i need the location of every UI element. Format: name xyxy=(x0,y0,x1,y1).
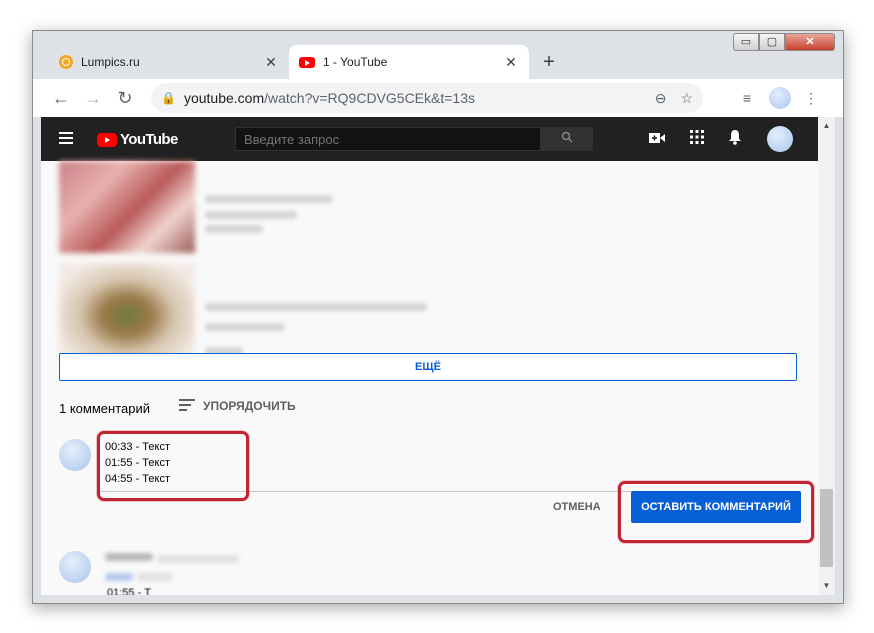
bell-icon[interactable] xyxy=(725,129,745,149)
star-icon[interactable]: ☆ xyxy=(680,90,693,107)
url-text[interactable]: youtube.com/watch?v=RQ9CDVG5CEk&t=13s xyxy=(184,90,641,106)
sort-button[interactable]: УПОРЯДОЧИТЬ xyxy=(179,399,296,413)
highlight-frame xyxy=(97,431,249,501)
logo-text: YouTube xyxy=(120,131,178,148)
browser-window: Lumpics.ru ✕ 1 - YouTube ✕ + ▭ ▢ ✕ ← → ↻… xyxy=(32,30,844,604)
sort-icon xyxy=(179,399,195,413)
close-window-button[interactable]: ✕ xyxy=(785,33,835,51)
tab-title: 1 - YouTube xyxy=(323,55,388,69)
new-tab-button[interactable]: + xyxy=(535,49,563,77)
scrollbar-thumb[interactable] xyxy=(820,489,833,567)
scroll-down-icon[interactable]: ▼ xyxy=(818,581,835,590)
avatar[interactable] xyxy=(59,551,91,583)
tab-youtube[interactable]: 1 - YouTube ✕ xyxy=(289,45,529,79)
blurred-text xyxy=(105,553,153,561)
hamburger-menu-icon[interactable] xyxy=(59,130,77,148)
maximize-button[interactable]: ▢ xyxy=(759,33,785,51)
blurred-text xyxy=(157,555,239,563)
profile-avatar[interactable] xyxy=(769,87,791,109)
video-thumbnail[interactable] xyxy=(59,263,195,359)
tab-lumpics[interactable]: Lumpics.ru ✕ xyxy=(49,45,289,79)
avatar[interactable] xyxy=(59,439,91,471)
close-icon[interactable]: ✕ xyxy=(263,54,279,71)
blurred-text xyxy=(205,303,427,311)
play-logo-icon xyxy=(97,132,117,147)
arrow-right-icon[interactable]: → xyxy=(79,84,107,112)
minimize-button[interactable]: ▭ xyxy=(733,33,759,51)
tab-strip: Lumpics.ru ✕ 1 - YouTube ✕ + ▭ ▢ ✕ xyxy=(33,31,843,79)
lock-icon[interactable]: 🔒 xyxy=(161,91,176,105)
cancel-button[interactable]: ОТМЕНА xyxy=(553,501,601,513)
orange-favicon-icon xyxy=(59,55,73,69)
blurred-text xyxy=(105,573,133,581)
youtube-logo[interactable]: YouTube xyxy=(97,131,178,148)
youtube-header: YouTube xyxy=(41,117,818,161)
search-button[interactable] xyxy=(541,127,593,151)
arrow-left-icon[interactable]: ← xyxy=(47,84,75,112)
video-camera-icon[interactable] xyxy=(647,129,667,149)
scrollbar[interactable]: ▲ ▼ xyxy=(818,117,835,595)
reload-icon[interactable]: ↻ xyxy=(111,84,139,112)
comments-count: 1 комментарий xyxy=(59,401,150,416)
youtube-favicon-icon xyxy=(299,56,315,68)
kebab-menu-icon[interactable]: ⋮ xyxy=(799,84,823,112)
search-icon xyxy=(561,131,573,143)
highlight-frame xyxy=(618,481,814,543)
address-bar[interactable]: 🔒 youtube.com/watch?v=RQ9CDVG5CEk&t=13s … xyxy=(151,83,703,113)
blurred-text xyxy=(205,225,263,233)
url-path: /watch?v=RQ9CDVG5CEk&t=13s xyxy=(264,90,475,106)
sort-label: УПОРЯДОЧИТЬ xyxy=(203,399,296,413)
tab-title: Lumpics.ru xyxy=(81,55,140,69)
browser-toolbar: ← → ↻ 🔒 youtube.com/watch?v=RQ9CDVG5CEk&… xyxy=(33,79,843,118)
search-input[interactable] xyxy=(235,127,541,151)
blurred-text xyxy=(205,211,297,219)
video-thumbnail[interactable] xyxy=(59,161,195,253)
blurred-text xyxy=(205,323,285,331)
show-more-button[interactable]: ЕЩЁ xyxy=(59,353,797,381)
media-control-icon[interactable]: ≡ xyxy=(735,84,759,112)
scroll-up-icon[interactable]: ▲ xyxy=(818,121,835,130)
blurred-text xyxy=(137,573,173,581)
page-viewport: YouTube ЕЩЁ 1 коммент xyxy=(41,117,818,595)
url-host: youtube.com xyxy=(183,90,265,106)
blurred-text xyxy=(205,195,333,203)
apps-grid-icon[interactable] xyxy=(687,129,707,149)
close-icon[interactable]: ✕ xyxy=(503,54,519,71)
user-avatar[interactable] xyxy=(767,126,793,152)
comment-line: 01:55 - Т xyxy=(107,587,152,595)
zoom-icon[interactable]: ⊖ xyxy=(655,90,667,107)
